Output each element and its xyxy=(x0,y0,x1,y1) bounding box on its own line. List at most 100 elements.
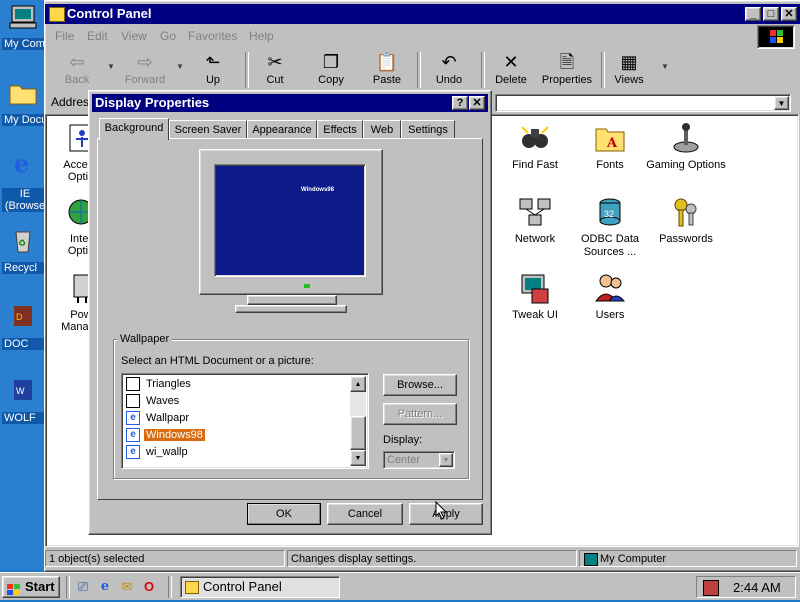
browse-button[interactable]: Browse... xyxy=(383,374,457,396)
menu-view[interactable]: View xyxy=(121,29,147,43)
display-select[interactable]: Center ▼ xyxy=(383,451,455,469)
cp-item-label: Passwords xyxy=(659,233,713,245)
cp-item-network[interactable]: Network xyxy=(492,195,578,245)
cp-item-label: ODBC Data Sources ... xyxy=(580,233,640,258)
opera-icon[interactable]: O xyxy=(140,578,158,596)
undo-button[interactable]: ↶ Undo xyxy=(419,50,479,90)
tab-appearance[interactable]: Appearance xyxy=(247,120,317,138)
control-panel-icon xyxy=(185,581,199,595)
cp-item-find-fast[interactable]: Find Fast xyxy=(492,121,578,171)
tab-screen-saver[interactable]: Screen Saver xyxy=(169,120,247,138)
back-dropdown-icon[interactable]: ▼ xyxy=(107,62,115,71)
toolbar: ⇦ Back ▼ ⇨ Forward ▼ ⬑ Up ✂ Cut ❐ Copy 📋… xyxy=(45,48,800,92)
svg-text:W: W xyxy=(16,386,25,396)
start-button[interactable]: Start xyxy=(2,576,60,598)
forward-button[interactable]: ⇨ Forward xyxy=(115,50,175,90)
scroll-up-icon[interactable]: ▲ xyxy=(350,376,366,392)
address-dropdown-icon[interactable]: ▼ xyxy=(774,96,789,110)
outlook-icon[interactable]: ✉ xyxy=(118,578,136,596)
desktop: My Com My Docu e IE (Browse ♻ Recycl D D… xyxy=(0,0,44,570)
dialog-title: Display Properties xyxy=(95,95,210,110)
close-button[interactable]: ✕ xyxy=(781,7,797,21)
delete-button[interactable]: ✕ Delete xyxy=(481,50,541,90)
scroll-thumb[interactable] xyxy=(350,416,366,450)
cp-item-odbc[interactable]: 32 ODBC Data Sources ... xyxy=(567,195,653,259)
odbc-icon: 32 xyxy=(593,195,627,229)
dialog-title-bar[interactable]: Display Properties ? ✕ xyxy=(92,94,488,112)
minimize-button[interactable]: _ xyxy=(745,7,761,21)
chevron-down-icon[interactable]: ▼ xyxy=(439,453,453,467)
menu-file[interactable]: File xyxy=(55,29,74,43)
menu-favorites[interactable]: Favorites xyxy=(188,29,237,43)
paste-button[interactable]: 📋 Paste xyxy=(357,50,417,90)
preview-screen: Windows98 xyxy=(214,164,366,277)
menu-help[interactable]: Help xyxy=(249,29,274,43)
desktop-icon-my-computer[interactable]: My Com xyxy=(2,4,44,54)
internet-explorer-icon: e xyxy=(8,149,38,178)
wallpaper-list[interactable]: Triangles Waves e Wallpapr e Windows98 e wi… xyxy=(121,373,369,469)
cp-item-fonts[interactable]: A Fonts xyxy=(567,121,653,171)
show-desktop-icon[interactable]: ⎚ xyxy=(74,578,92,596)
cancel-button[interactable]: Cancel xyxy=(327,503,403,525)
desktop-icon-label: Recycl xyxy=(2,262,44,274)
help-button[interactable]: ? xyxy=(452,96,468,110)
svg-text:A: A xyxy=(606,136,618,151)
maximize-button[interactable]: □ xyxy=(763,7,779,21)
cp-item-users[interactable]: Users xyxy=(567,271,653,321)
monitor-stand xyxy=(247,295,337,305)
clock[interactable]: 2:44 AM xyxy=(733,580,781,595)
properties-button[interactable]: 🗎 Properties xyxy=(537,50,597,90)
scroll-down-icon[interactable]: ▼ xyxy=(350,450,366,466)
bitmap-file-icon xyxy=(126,377,140,392)
cp-item-passwords[interactable]: Passwords xyxy=(643,195,729,245)
desktop-icon-ie[interactable]: e IE (Browse xyxy=(2,149,44,212)
tab-settings[interactable]: Settings xyxy=(401,120,455,138)
cp-item-label: Tweak UI xyxy=(512,309,558,321)
delete-label: Delete xyxy=(495,74,527,86)
list-item[interactable]: e wi_wallp xyxy=(126,444,190,460)
tab-web[interactable]: Web xyxy=(363,120,401,138)
back-button[interactable]: ⇦ Back xyxy=(47,50,107,90)
desktop-icon-recycle-bin[interactable]: ♻ Recycl xyxy=(2,228,44,278)
cp-item-label: Gaming Options xyxy=(646,159,726,171)
svg-text:♻: ♻ xyxy=(18,238,26,248)
address-input[interactable]: ▼ xyxy=(495,94,791,112)
paste-label: Paste xyxy=(372,74,402,86)
list-item[interactable]: Waves xyxy=(126,393,181,409)
window-title-bar[interactable]: Control Panel _ □ ✕ xyxy=(45,4,800,24)
cp-item-tweak-ui[interactable]: Tweak UI xyxy=(492,271,578,321)
preview-logo: Windows98 xyxy=(301,187,334,193)
wallpaper-scrollbar[interactable]: ▲ ▼ xyxy=(350,376,366,466)
desktop-icon-wolf[interactable]: W WOLF xyxy=(2,378,44,428)
menu-go[interactable]: Go xyxy=(160,29,176,43)
cut-button[interactable]: ✂ Cut xyxy=(245,50,305,90)
views-dropdown-icon[interactable]: ▼ xyxy=(661,62,669,71)
start-label: Start xyxy=(25,579,55,594)
copy-button[interactable]: ❐ Copy xyxy=(301,50,361,90)
tray-app-icon[interactable] xyxy=(703,580,719,596)
desktop-icon-doom[interactable]: D DOC xyxy=(2,304,44,354)
copy-icon: ❐ xyxy=(322,52,340,72)
list-item[interactable]: e Wallpapr xyxy=(126,410,191,426)
tab-effects[interactable]: Effects xyxy=(317,120,363,138)
taskbar-control-panel-button[interactable]: Control Panel xyxy=(180,576,340,598)
ie-icon[interactable]: e xyxy=(96,578,114,596)
taskbar-separator xyxy=(168,576,172,598)
svg-text:32: 32 xyxy=(604,209,614,219)
pattern-button[interactable]: Pattern... xyxy=(383,403,457,425)
list-item-label: Waves xyxy=(146,395,180,407)
dialog-close-button[interactable]: ✕ xyxy=(469,96,485,110)
tab-background[interactable]: Background xyxy=(99,118,169,140)
menu-edit[interactable]: Edit xyxy=(87,29,108,43)
desktop-icon-my-documents[interactable]: My Docu xyxy=(2,80,44,130)
status-bar: 1 object(s) selected Changes display set… xyxy=(45,549,800,569)
up-button[interactable]: ⬑ Up xyxy=(183,50,243,90)
ok-button[interactable]: OK xyxy=(247,503,321,525)
list-item-selected[interactable]: e Windows98 xyxy=(126,427,205,443)
list-item[interactable]: Triangles xyxy=(126,376,193,392)
taskbar: Start ⎚ e ✉ O Control Panel 2:44 AM xyxy=(0,572,800,600)
views-button[interactable]: ▦ Views xyxy=(599,50,659,90)
cp-item-gaming-options[interactable]: Gaming Options xyxy=(643,121,729,172)
back-arrow-icon: ⇦ xyxy=(69,52,85,72)
views-label: Views xyxy=(614,74,644,86)
